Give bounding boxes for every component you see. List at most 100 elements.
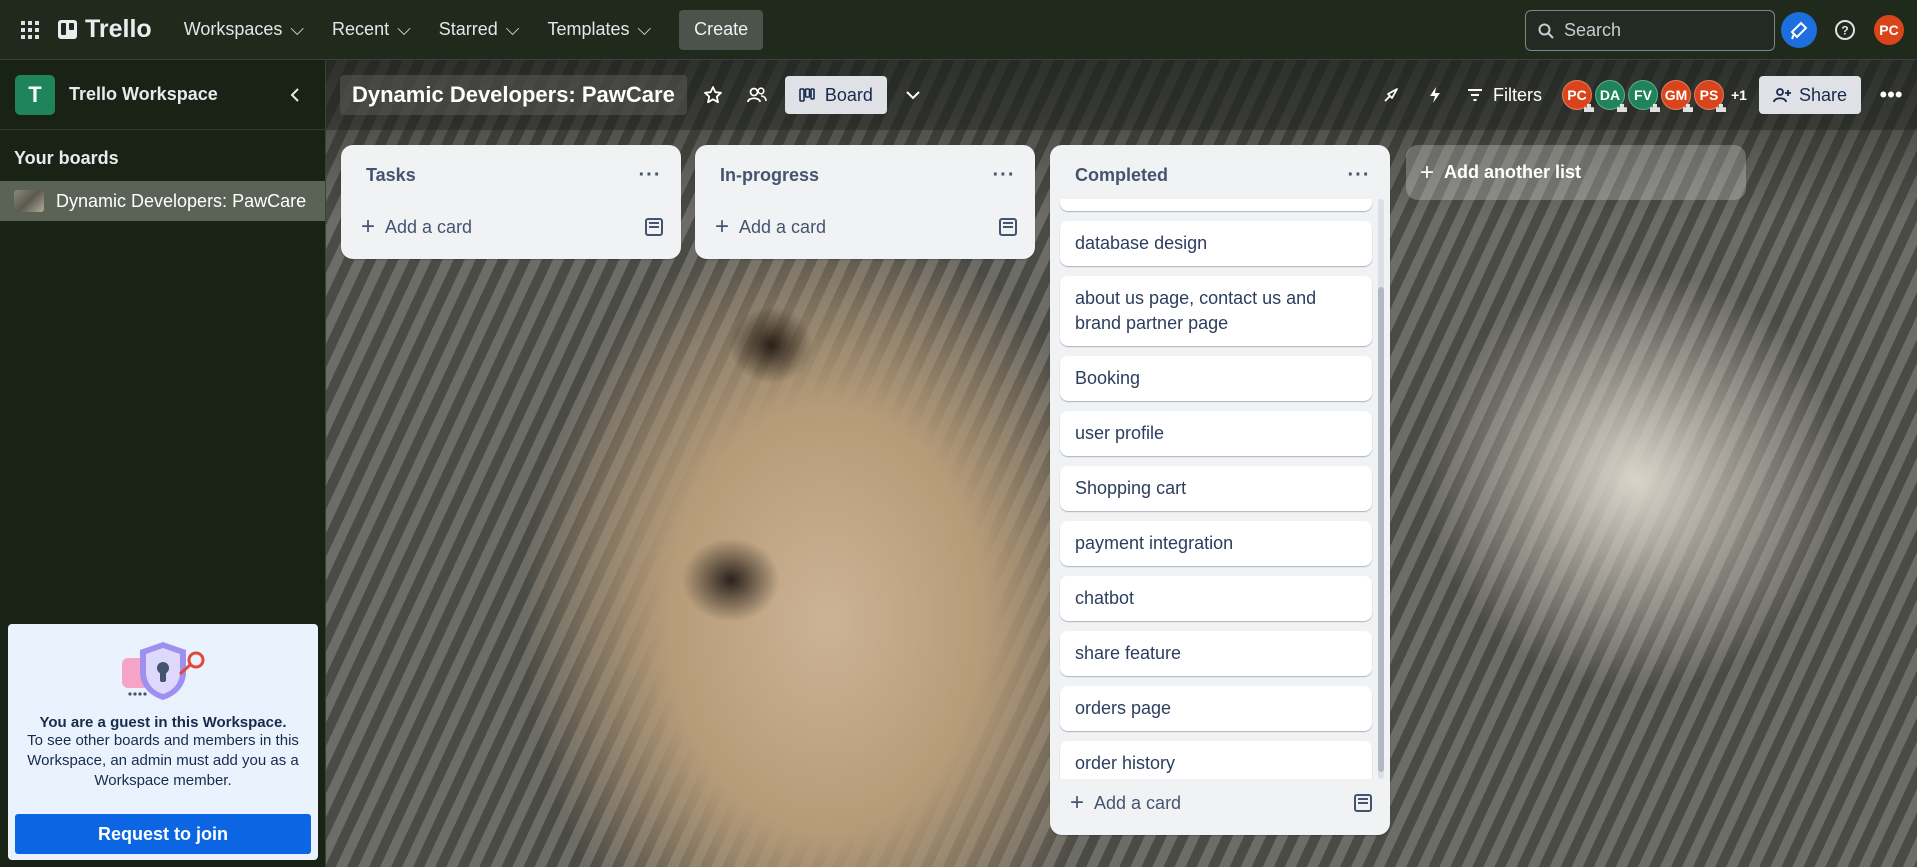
add-card-button[interactable]: + Add a card <box>341 205 681 249</box>
list-header: In-progress ··· <box>695 145 1035 205</box>
guest-notice-body: To see other boards and members in this … <box>27 732 299 789</box>
app-switcher-grid-icon[interactable] <box>10 10 50 50</box>
card[interactable]: about us page, contact us and brand part… <box>1060 276 1372 346</box>
plus-icon: + <box>1420 158 1435 186</box>
guest-notice-title: You are a guest in this Workspace. <box>39 714 287 731</box>
power-ups-button[interactable] <box>1373 77 1409 113</box>
more-horizontal-icon: ••• <box>1879 82 1903 107</box>
collapse-sidebar-button[interactable] <box>280 80 310 110</box>
list-header: Tasks ··· <box>341 145 681 205</box>
board-menu-button[interactable]: ••• <box>1873 77 1909 113</box>
create-button[interactable]: Create <box>679 9 764 50</box>
card-template-icon[interactable] <box>999 218 1017 236</box>
list-in-progress: In-progress ··· + Add a card <box>695 145 1035 259</box>
workspace-name[interactable]: Trello Workspace <box>69 84 280 105</box>
add-list-button[interactable]: + Add another list <box>1406 145 1746 200</box>
add-list-label: Add another list <box>1444 162 1582 182</box>
card[interactable]: order history <box>1060 741 1372 779</box>
list-actions-icon[interactable]: ··· <box>637 162 663 188</box>
notifications-button[interactable] <box>1781 12 1817 48</box>
board-view-label: Board <box>824 84 873 105</box>
star-board-button[interactable] <box>695 77 731 113</box>
member-avatar[interactable]: PS <box>1693 80 1724 110</box>
guest-notice-card: You are a guest in this Workspace. To se… <box>8 624 318 860</box>
your-boards-heading: Your boards <box>14 148 119 168</box>
filters-label: Filters <box>1492 84 1542 105</box>
card[interactable]: Booking <box>1060 356 1372 401</box>
nav-templates[interactable]: Templates ⌵ <box>533 10 665 50</box>
nav-workspaces[interactable]: Workspaces ⌵ <box>170 10 318 50</box>
list-title[interactable]: Completed <box>1075 165 1346 186</box>
automation-button[interactable] <box>1417 77 1453 113</box>
nav-starred[interactable]: Starred ⌵ <box>425 10 534 50</box>
nav-recent[interactable]: Recent ⌵ <box>318 10 425 50</box>
member-avatar[interactable]: FV <box>1627 80 1658 110</box>
sidebar-board-item[interactable]: Dynamic Developers: PawCare <box>0 181 325 221</box>
list-tasks: Tasks ··· + Add a card <box>341 145 681 259</box>
member-avatar[interactable]: GM <box>1660 80 1691 110</box>
list-actions-icon[interactable]: ··· <box>991 162 1017 188</box>
top-navigation-bar: Trello Workspaces ⌵ Recent ⌵ Starred ⌵ Temp… <box>0 0 1917 60</box>
member-avatar[interactable]: PC <box>1561 80 1592 110</box>
card[interactable]: user profile <box>1060 411 1372 456</box>
list-completed: Completed ··· database design about us p… <box>1050 145 1390 835</box>
list-header: Completed ··· <box>1050 145 1390 205</box>
list-title[interactable]: Tasks <box>366 165 637 186</box>
list-title[interactable]: In-progress <box>720 165 991 186</box>
plus-icon: + <box>361 213 376 240</box>
list-actions-icon[interactable]: ··· <box>1346 162 1372 188</box>
card[interactable]: share feature <box>1060 631 1372 676</box>
board-members: PC DA FV GM PS <box>1561 80 1727 110</box>
chevron-down-icon: ⌵ <box>637 19 652 39</box>
add-card-label: Add a card <box>1094 792 1182 813</box>
list-scrollbar-thumb[interactable] <box>1378 287 1384 772</box>
share-button[interactable]: Share <box>1758 76 1861 114</box>
board-header: Dynamic Developers: PawCare Board Filter… <box>326 60 1917 130</box>
card-template-icon[interactable] <box>645 218 663 236</box>
card-template-icon[interactable] <box>1354 794 1372 812</box>
account-avatar[interactable]: PC <box>1874 15 1904 45</box>
add-card-button[interactable]: + Add a card <box>1050 781 1390 825</box>
trello-logo[interactable]: Trello <box>58 15 152 44</box>
help-icon: ? <box>1835 20 1855 40</box>
trello-logo-icon <box>58 20 77 39</box>
card[interactable]: database design <box>1060 221 1372 266</box>
partially-hidden-card[interactable] <box>1060 199 1372 211</box>
list-scrollbar[interactable] <box>1378 199 1384 779</box>
add-card-label: Add a card <box>385 216 473 237</box>
request-to-join-button[interactable]: Request to join <box>15 814 311 854</box>
nav-workspaces-label: Workspaces <box>183 19 283 39</box>
workspace-header: T Trello Workspace <box>0 60 325 130</box>
search-input[interactable]: Search <box>1525 10 1775 51</box>
trello-logo-text: Trello <box>85 15 152 43</box>
card[interactable]: chatbot <box>1060 576 1372 621</box>
workspace-logo: T <box>15 74 55 115</box>
star-icon <box>703 86 722 104</box>
card[interactable]: payment integration <box>1060 521 1372 566</box>
nav-templates-label: Templates <box>547 19 630 39</box>
svg-text:?: ? <box>1841 24 1848 38</box>
view-switcher-button[interactable] <box>895 77 931 113</box>
rocket-icon <box>1384 88 1398 102</box>
filter-icon <box>1467 89 1482 101</box>
workspace-sidebar: T Trello Workspace Your boards Dynamic D… <box>0 60 326 867</box>
sidebar-board-label: Dynamic Developers: PawCare <box>56 190 307 211</box>
card[interactable]: orders page <box>1060 686 1372 731</box>
filters-button[interactable]: Filters <box>1453 85 1556 106</box>
card[interactable]: Shopping cart <box>1060 466 1372 511</box>
chevron-down-icon: ⌵ <box>397 19 411 39</box>
chevron-left-icon <box>290 87 299 102</box>
search-icon <box>1538 23 1554 39</box>
chevron-down-icon: ⌵ <box>505 19 520 39</box>
more-members-count[interactable]: +1 <box>1731 87 1747 103</box>
add-card-button[interactable]: + Add a card <box>695 205 1035 249</box>
megaphone-icon <box>1790 21 1808 40</box>
member-avatar[interactable]: DA <box>1594 80 1625 110</box>
add-person-icon <box>1773 88 1791 103</box>
board-view-button[interactable]: Board <box>784 76 887 114</box>
search-placeholder: Search <box>1564 20 1622 40</box>
help-button[interactable]: ? <box>1827 12 1863 48</box>
visibility-button[interactable] <box>739 77 775 113</box>
board-title[interactable]: Dynamic Developers: PawCare <box>340 75 687 115</box>
nav-recent-label: Recent <box>332 19 390 39</box>
